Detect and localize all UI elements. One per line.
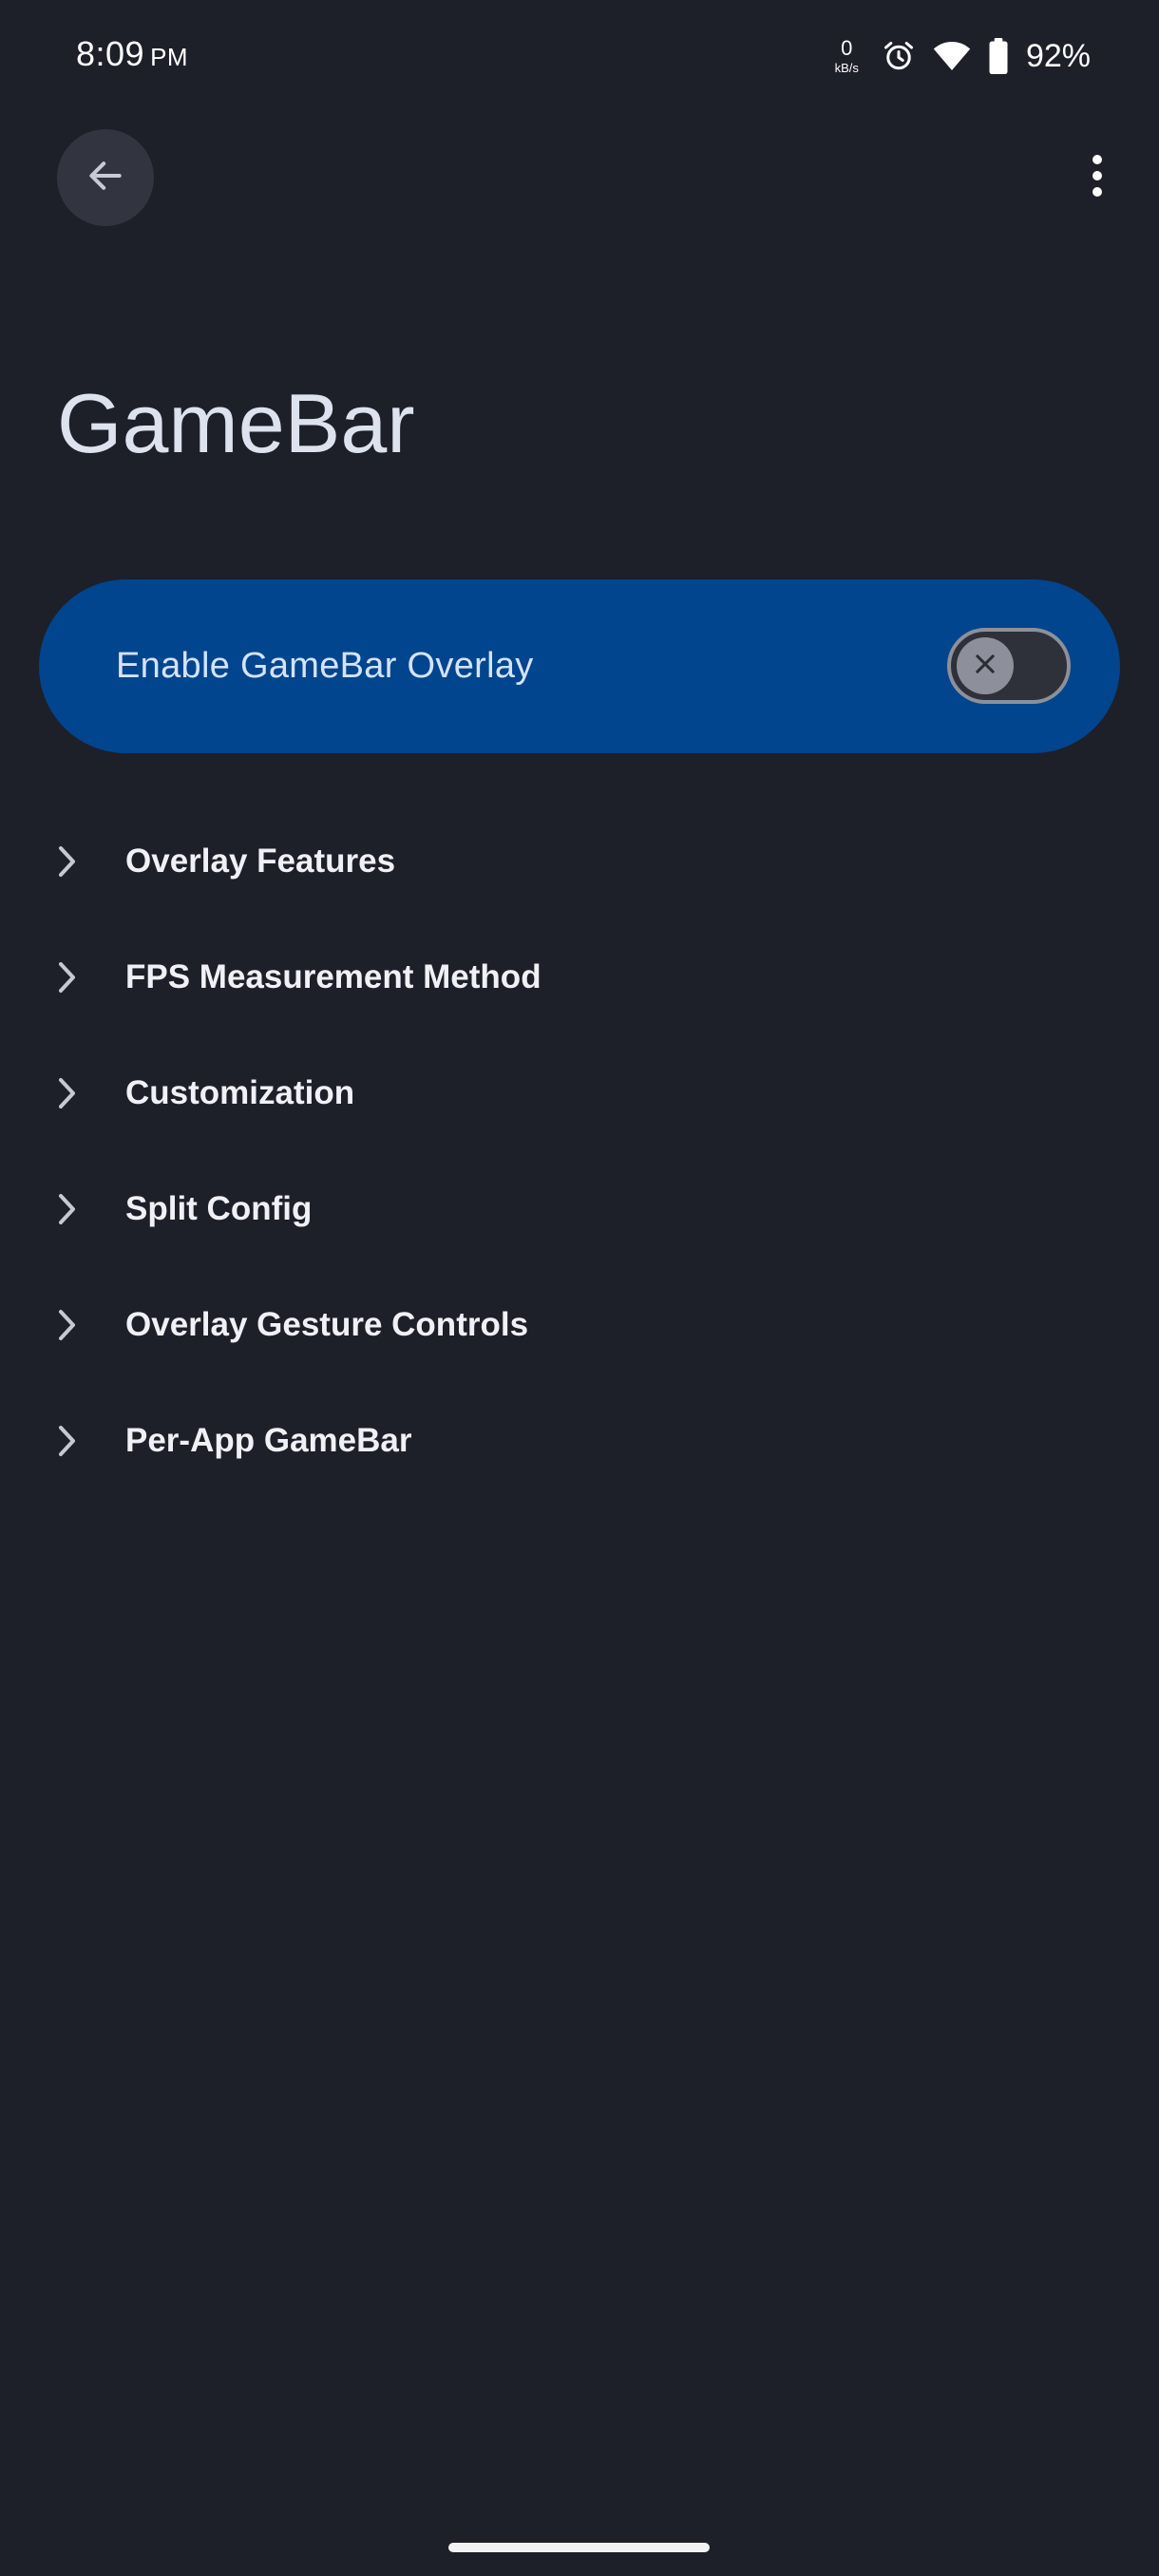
chevron-right-icon bbox=[55, 1192, 80, 1226]
chevron-right-icon bbox=[55, 1308, 80, 1342]
more-vert-icon bbox=[1092, 154, 1103, 201]
page-title: GameBar bbox=[57, 376, 415, 470]
battery-percent: 92% bbox=[1025, 37, 1091, 74]
home-indicator[interactable] bbox=[448, 2543, 710, 2552]
status-bar: 8:09 PM 0 kB/s 92% bbox=[0, 0, 1159, 114]
category-label: Per-App GameBar bbox=[125, 1422, 412, 1459]
category-overlay-features[interactable]: Overlay Features bbox=[0, 804, 1159, 919]
category-label: Split Config bbox=[125, 1190, 313, 1227]
main-switch-label: Enable GameBar Overlay bbox=[116, 646, 534, 686]
status-time-value: 8:09 bbox=[76, 34, 145, 73]
status-time: 8:09 PM bbox=[76, 34, 188, 74]
status-time-ampm: PM bbox=[150, 43, 189, 71]
category-label: Overlay Features bbox=[125, 843, 396, 880]
category-label: FPS Measurement Method bbox=[125, 958, 542, 995]
close-icon bbox=[972, 651, 998, 682]
category-label: Overlay Gesture Controls bbox=[125, 1306, 529, 1343]
category-per-app-gamebar[interactable]: Per-App GameBar bbox=[0, 1383, 1159, 1499]
battery-icon bbox=[988, 38, 1009, 74]
category-list: Overlay Features FPS Measurement Method … bbox=[0, 804, 1159, 1499]
category-overlay-gesture-controls[interactable]: Overlay Gesture Controls bbox=[0, 1267, 1159, 1383]
status-icons: 0 kB/s 92% bbox=[835, 32, 1091, 80]
back-button[interactable] bbox=[57, 129, 154, 226]
more-options-button[interactable] bbox=[1064, 144, 1130, 211]
category-customization[interactable]: Customization bbox=[0, 1035, 1159, 1151]
network-speed: 0 kB/s bbox=[834, 36, 859, 75]
chevron-right-icon bbox=[55, 960, 80, 994]
category-label: Customization bbox=[125, 1074, 355, 1111]
chevron-right-icon bbox=[55, 1424, 80, 1458]
wifi-icon bbox=[933, 40, 971, 72]
overlay-toggle[interactable] bbox=[947, 628, 1071, 704]
toggle-thumb bbox=[957, 637, 1014, 694]
category-fps-measurement-method[interactable]: FPS Measurement Method bbox=[0, 919, 1159, 1035]
network-speed-value: 0 bbox=[841, 36, 853, 60]
enable-gamebar-overlay-switch-card[interactable]: Enable GameBar Overlay bbox=[39, 579, 1120, 753]
arrow-back-icon bbox=[85, 155, 126, 201]
chevron-right-icon bbox=[55, 1076, 80, 1110]
network-speed-unit: kB/s bbox=[834, 61, 859, 75]
chevron-right-icon bbox=[55, 844, 80, 879]
category-split-config[interactable]: Split Config bbox=[0, 1151, 1159, 1267]
alarm-icon bbox=[882, 39, 916, 73]
